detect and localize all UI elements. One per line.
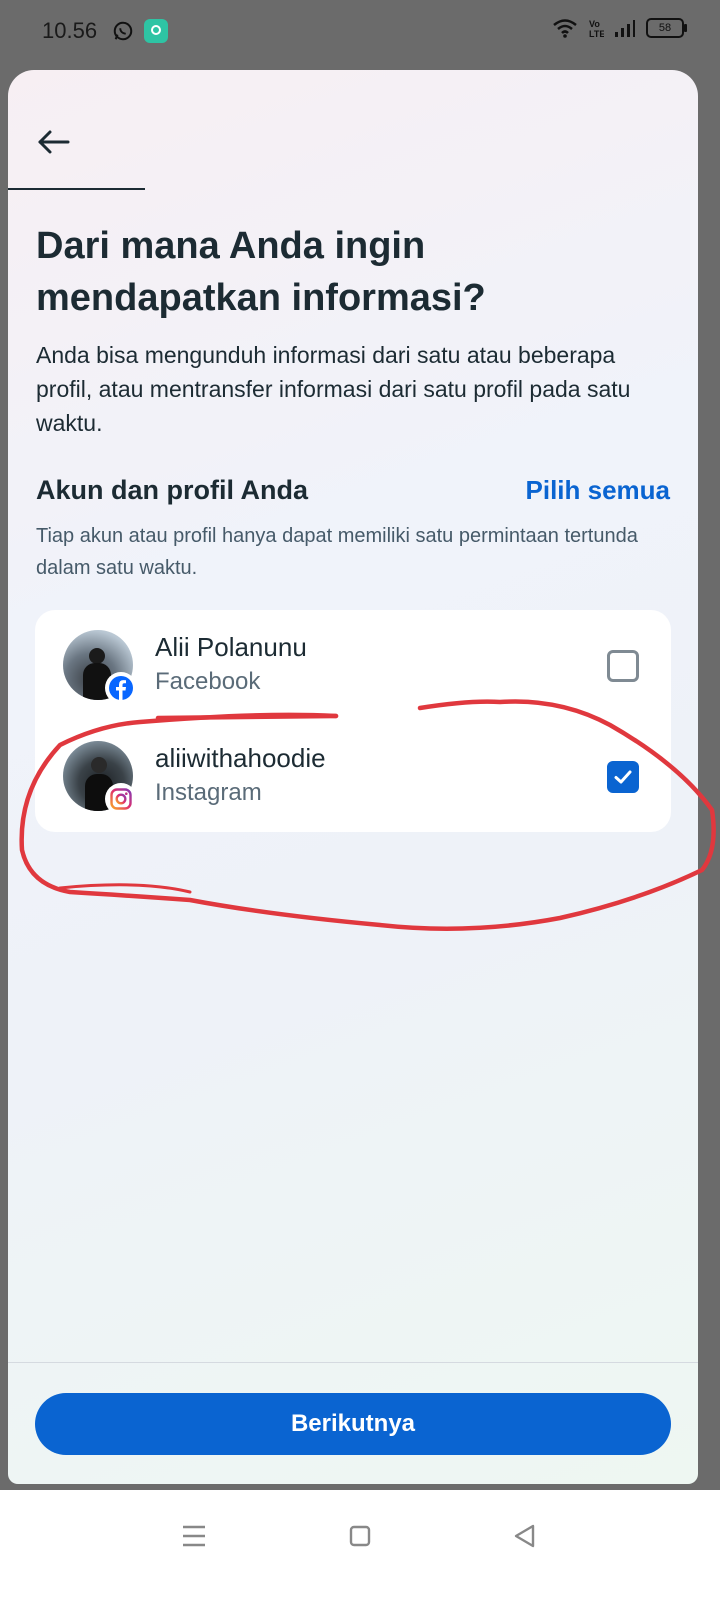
next-button[interactable]: Berikutnya (35, 1393, 671, 1455)
back-triangle-icon[interactable] (505, 1516, 545, 1556)
svg-text:LTE: LTE (589, 29, 604, 38)
back-arrow-icon[interactable] (34, 122, 74, 162)
status-time: 10.56 (42, 18, 98, 43)
page-title: Dari mana Anda ingin mendapatkan informa… (36, 225, 486, 319)
account-platform: Facebook (155, 668, 261, 695)
wifi-icon (553, 19, 577, 38)
download-info-sheet: Dari mana Anda ingin mendapatkan informa… (8, 70, 698, 1484)
section-title: Akun dan profil Anda (36, 475, 308, 505)
account-checkbox-instagram[interactable] (607, 761, 639, 793)
home-square-icon[interactable] (340, 1516, 380, 1556)
account-name: aliiwithahoodie (155, 743, 326, 773)
account-name: Alii Polanunu (155, 632, 307, 662)
account-platform: Instagram (155, 779, 262, 806)
instagram-icon (105, 783, 137, 815)
signal-icon (615, 20, 635, 37)
system-nav-bar (0, 1490, 720, 1600)
battery-icon: 58 (646, 18, 687, 38)
volte-icon: Vo LTE (589, 19, 604, 38)
account-row-facebook[interactable]: Alii Polanunu Facebook (35, 610, 671, 722)
footer-divider (8, 1362, 698, 1363)
checkmark-icon (614, 770, 632, 784)
whatsapp-icon (113, 21, 133, 41)
account-checkbox-facebook[interactable] (607, 650, 639, 682)
facebook-icon (105, 672, 137, 704)
menu-icon[interactable] (174, 1516, 214, 1556)
section-note: Tiap akun atau profil hanya dapat memili… (36, 525, 638, 579)
account-list: Alii Polanunu Facebook aliiwithahoodie I… (35, 610, 671, 832)
header-divider (8, 188, 145, 190)
app-notification-icon (144, 19, 168, 43)
page-description: Anda bisa mengunduh informasi dari satu … (36, 342, 631, 436)
svg-text:Vo: Vo (589, 19, 600, 29)
system-icons: Vo LTE 58 (552, 18, 687, 38)
select-all-link[interactable]: Pilih semua (526, 475, 671, 506)
account-row-instagram[interactable]: aliiwithahoodie Instagram (35, 721, 671, 833)
status-bar: 10.56 Vo LTE 58 (0, 0, 720, 66)
